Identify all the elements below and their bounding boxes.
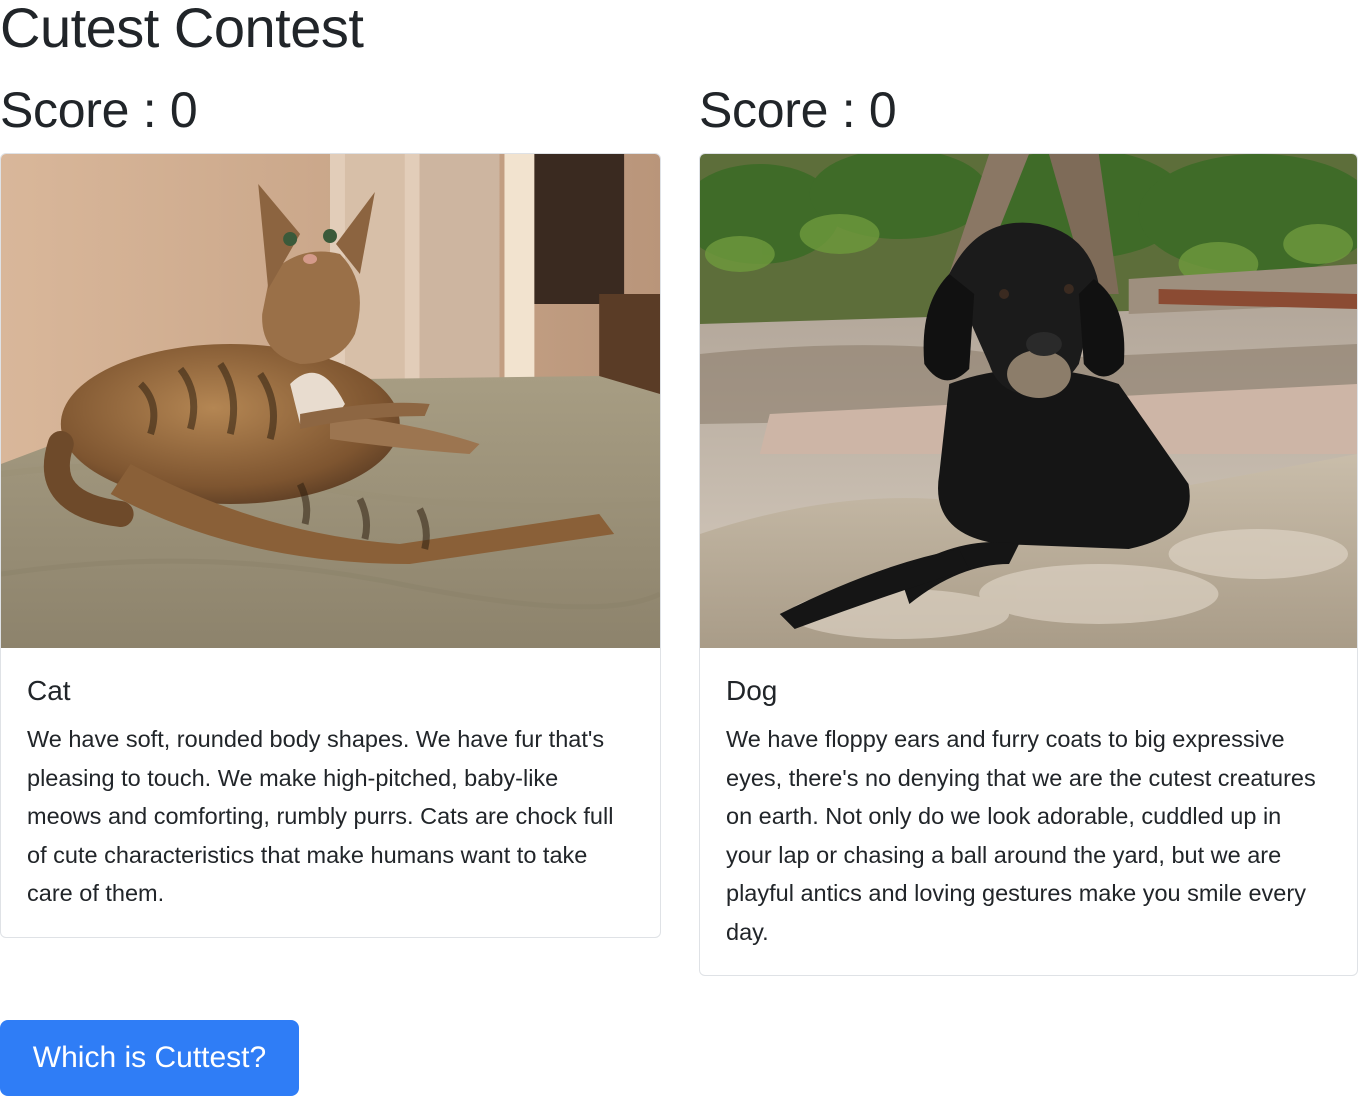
card-title-cat: Cat	[27, 675, 71, 706]
card-title-dog: Dog	[726, 675, 778, 706]
score-dog: Score : 0	[699, 82, 897, 138]
card-text-dog: We have floppy ears and furry coats to b…	[726, 726, 1316, 945]
cat-photo	[1, 154, 660, 648]
contestant-column-cat: Score : 0 Cat We have soft, rounded body…	[0, 78, 661, 938]
page-title: Cutest Contest	[0, 0, 364, 59]
card-body-dog: Dog We have floppy ears and furry coats …	[700, 648, 1357, 975]
which-is-cuttest-button[interactable]: Which is Cuttest?	[0, 1020, 299, 1096]
contestant-column-dog: Score : 0 Dog We have floppy ears and fu…	[699, 78, 1358, 976]
card-body-cat: Cat We have soft, rounded body shapes. W…	[1, 648, 660, 937]
contestant-card-dog: Dog We have floppy ears and furry coats …	[699, 153, 1358, 976]
score-cat: Score : 0	[0, 82, 198, 138]
card-text-cat: We have soft, rounded body shapes. We ha…	[27, 726, 614, 906]
dog-photo	[700, 154, 1357, 648]
contestant-card-cat: Cat We have soft, rounded body shapes. W…	[0, 153, 661, 938]
